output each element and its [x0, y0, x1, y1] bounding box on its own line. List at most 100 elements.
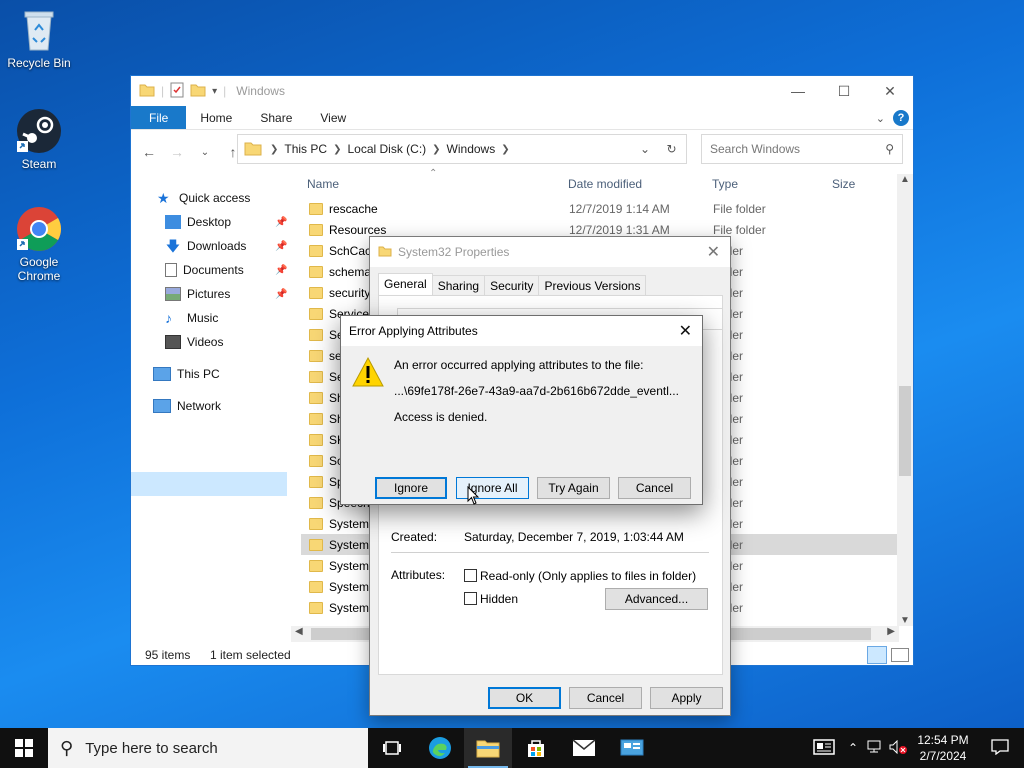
search-input[interactable]: Search Windows ⚲: [701, 134, 903, 164]
recent-locations-icon[interactable]: ⌄: [193, 147, 217, 158]
task-view-button[interactable]: [368, 728, 416, 768]
folder-icon: [309, 496, 323, 509]
address-dropdown-icon[interactable]: ⌄: [640, 142, 650, 156]
file-name: schema: [329, 264, 372, 279]
advanced-button[interactable]: Advanced...: [605, 588, 708, 610]
tab-home[interactable]: Home: [186, 106, 246, 129]
system-clock[interactable]: 12:54 PM 2/7/2024: [910, 732, 976, 764]
dialog-title: System32 Properties: [398, 245, 510, 259]
chrome-icon: [15, 205, 63, 253]
address-bar[interactable]: ❯ This PC ❯ Local Disk (C:) ❯ Windows ❯ …: [237, 134, 687, 164]
close-button[interactable]: ✕: [867, 76, 913, 106]
scroll-right-icon[interactable]: ▶: [887, 626, 895, 637]
back-arrow-icon[interactable]: ←: [137, 144, 161, 160]
nav-downloads[interactable]: 🡇 Downloads 📌: [165, 234, 288, 258]
scrollbar-thumb[interactable]: [899, 386, 911, 476]
column-header-date-modified[interactable]: Date modified: [568, 172, 642, 196]
tab-view[interactable]: View: [306, 106, 360, 129]
ignore-button[interactable]: Ignore: [375, 477, 447, 499]
refresh-button[interactable]: ↻: [657, 134, 687, 164]
nav-documents[interactable]: Documents 📌: [165, 258, 287, 282]
mail-icon: [572, 739, 596, 756]
nav-this-pc[interactable]: This PC: [153, 362, 220, 386]
apply-button[interactable]: Apply: [650, 687, 723, 709]
folder-icon: [309, 307, 323, 320]
folder-icon: [309, 349, 323, 362]
divider: [391, 552, 709, 553]
column-header-type[interactable]: Type: [712, 172, 738, 196]
try-again-button[interactable]: Try Again: [537, 477, 610, 499]
news-widget-icon[interactable]: [806, 738, 842, 758]
file-name: security: [329, 285, 371, 300]
properties-icon[interactable]: [170, 82, 184, 101]
ok-button[interactable]: OK: [488, 687, 561, 709]
nav-music[interactable]: ♪ Music: [165, 306, 218, 330]
file-row[interactable]: rescache 12/7/2019 1:14 AM File folder: [301, 198, 899, 219]
cancel-button[interactable]: Cancel: [569, 687, 642, 709]
breadcrumb-this-pc[interactable]: This PC: [284, 142, 327, 156]
readonly-label: Read-only (Only applies to files in fold…: [480, 569, 697, 583]
taskbar-store[interactable]: [512, 728, 560, 768]
folder-icon: [244, 140, 262, 159]
taskbar-control-panel[interactable]: [608, 728, 656, 768]
created-label: Created:: [391, 530, 438, 544]
desktop-icon-chrome[interactable]: Google Chrome: [1, 205, 77, 283]
expand-ribbon-icon[interactable]: ⌄: [876, 112, 885, 125]
scroll-up-icon[interactable]: ▲: [900, 174, 910, 185]
cancel-button[interactable]: Cancel: [618, 477, 691, 499]
folder-icon: [309, 202, 323, 215]
desktop-icon-recycle-bin[interactable]: Recycle Bin: [1, 6, 77, 70]
help-icon[interactable]: ?: [893, 110, 909, 126]
customize-toolbar-icon[interactable]: ▾: [212, 86, 217, 97]
file-date: 12/7/2019 1:31 AM: [569, 222, 670, 237]
tab-file[interactable]: File: [131, 106, 187, 129]
notifications-icon[interactable]: [976, 738, 1024, 758]
dialog-title-bar: Error Applying Attributes ✕: [341, 316, 702, 346]
details-view-icon[interactable]: [867, 646, 887, 664]
close-icon[interactable]: ✕: [679, 321, 692, 341]
tab-share[interactable]: Share: [246, 106, 306, 129]
forward-arrow-icon[interactable]: →: [165, 144, 189, 160]
desktop-icon-label: Recycle Bin: [7, 56, 71, 70]
folder-icon: [309, 370, 323, 383]
breadcrumb-chevron-icon[interactable]: ❯: [270, 144, 278, 155]
column-header-size[interactable]: Size: [832, 172, 855, 196]
nav-pictures[interactable]: Pictures 📌: [165, 282, 287, 306]
breadcrumb-chevron-icon[interactable]: ❯: [333, 144, 341, 155]
large-icons-view-icon[interactable]: [891, 648, 909, 662]
taskbar-search-box[interactable]: ⚲ Type here to search: [48, 728, 368, 768]
network-icon[interactable]: [864, 740, 886, 757]
start-button[interactable]: [0, 728, 48, 768]
folder-icon: [139, 83, 155, 100]
scroll-down-icon[interactable]: ▼: [900, 615, 910, 626]
file-date: 12/7/2019 1:14 AM: [569, 201, 670, 216]
scroll-left-icon[interactable]: ◀: [295, 626, 303, 637]
close-icon[interactable]: ✕: [707, 242, 720, 262]
hidden-checkbox[interactable]: [464, 592, 477, 605]
tab-general[interactable]: General: [378, 273, 433, 296]
maximize-button[interactable]: ☐: [821, 76, 867, 106]
taskbar-mail[interactable]: [560, 728, 608, 768]
file-name: SchCac: [329, 243, 372, 258]
vertical-scrollbar[interactable]: ▲ ▼: [897, 174, 913, 626]
breadcrumb-chevron-icon[interactable]: ❯: [501, 144, 509, 155]
volume-muted-icon[interactable]: [886, 739, 910, 757]
chevron-up-icon[interactable]: ⌃: [842, 741, 864, 755]
error-dialog: Error Applying Attributes ✕ An error occ…: [340, 315, 703, 505]
taskbar-edge[interactable]: [416, 728, 464, 768]
nav-videos[interactable]: Videos: [165, 330, 223, 354]
nav-network[interactable]: Network: [153, 394, 221, 418]
taskbar-file-explorer[interactable]: [464, 728, 512, 768]
breadcrumb-local-disk[interactable]: Local Disk (C:): [347, 142, 426, 156]
breadcrumb-windows[interactable]: Windows: [447, 142, 496, 156]
breadcrumb-chevron-icon[interactable]: ❯: [432, 144, 440, 155]
nav-desktop[interactable]: Desktop 📌: [165, 210, 287, 234]
new-folder-icon[interactable]: [190, 83, 206, 100]
column-header-name[interactable]: Name: [307, 172, 339, 196]
readonly-checkbox[interactable]: [464, 569, 477, 582]
minimize-button[interactable]: —: [775, 76, 821, 106]
nav-quick-access[interactable]: ★ Quick access: [157, 186, 250, 210]
desktop-icon: [165, 215, 181, 229]
desktop-icon-steam[interactable]: Steam: [1, 107, 77, 171]
navigation-pane: ★ Quick access Desktop 📌 🡇 Downloads 📌 D…: [131, 186, 291, 606]
